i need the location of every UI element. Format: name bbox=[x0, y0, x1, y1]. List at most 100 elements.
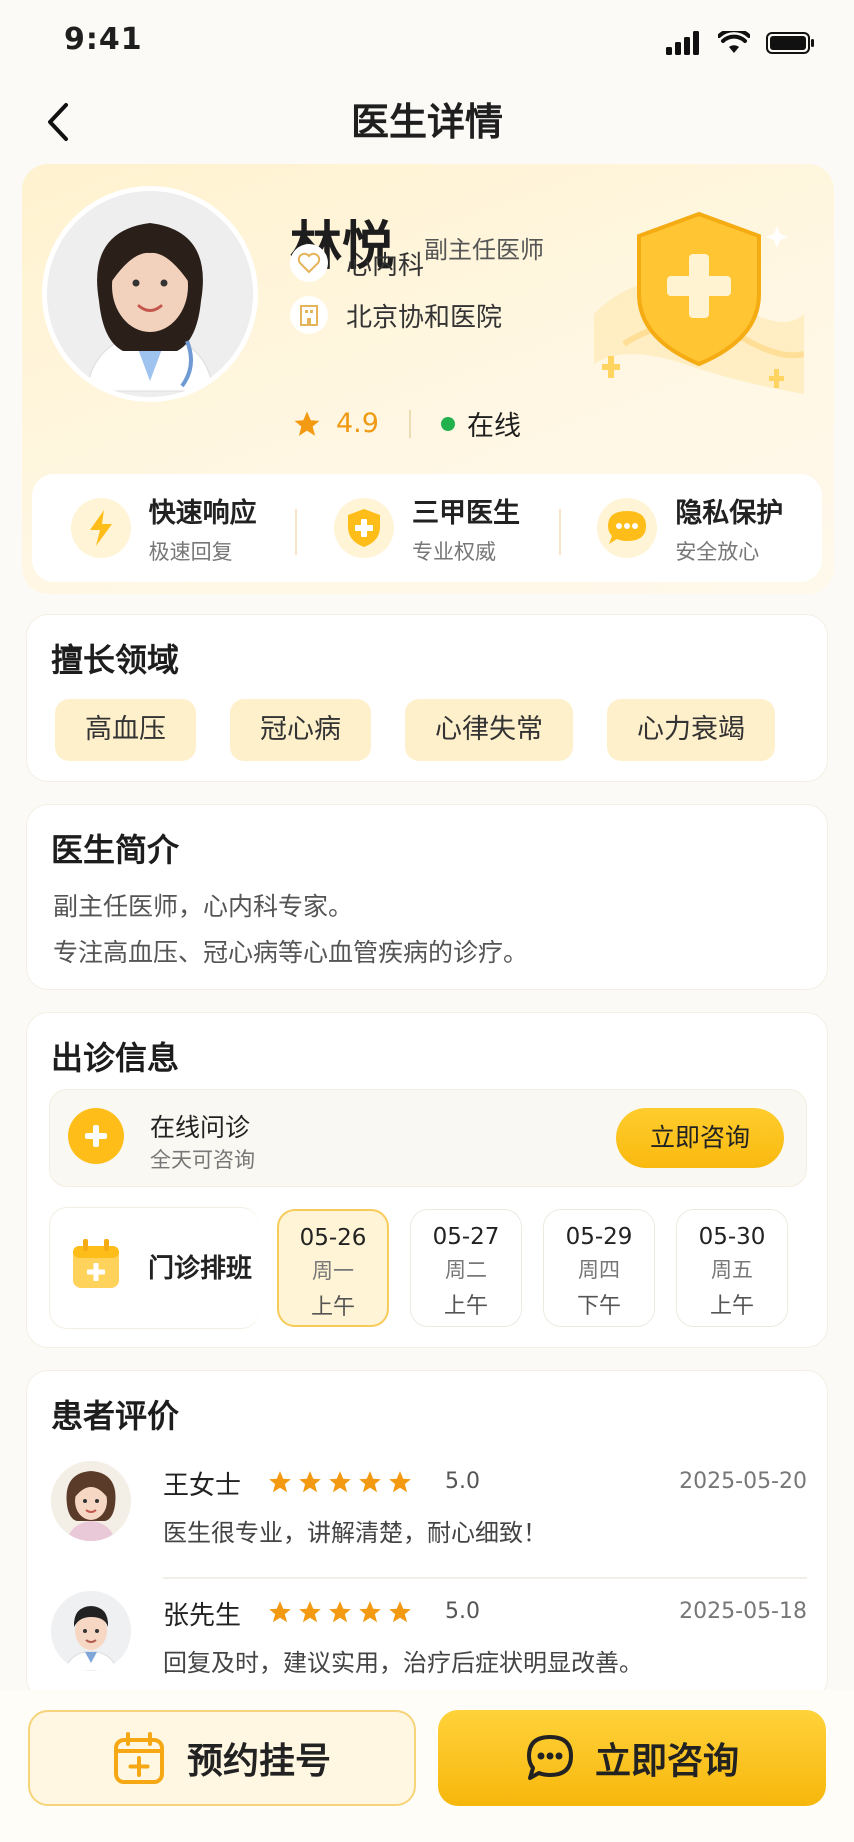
schedule-slot: 下午 bbox=[576, 1294, 621, 1319]
shield-plus-icon bbox=[333, 498, 394, 558]
department-label: 心内科 bbox=[346, 250, 425, 281]
specialty-tag[interactable]: 冠心病 bbox=[230, 699, 371, 761]
feature-top-hospital: 三甲医生 专业权威 bbox=[295, 491, 558, 566]
schedule-slot: 上午 bbox=[310, 1295, 355, 1320]
reviewer-name: 王女士 bbox=[163, 1471, 242, 1501]
rating-status-row: 4.9 在线 bbox=[292, 404, 521, 443]
review-score: 5.0 bbox=[445, 1599, 480, 1624]
star-icon bbox=[269, 1601, 291, 1623]
signal-icon bbox=[666, 31, 699, 55]
clinic-info-card: 出诊信息 在线问诊 全天可咨询 立即咨询 门诊排班 05-26 周一 上午 05… bbox=[26, 1012, 828, 1348]
review-text: 回复及时，建议实用，治疗后症状明显改善。 bbox=[163, 1649, 643, 1677]
online-consult-subtitle: 全天可咨询 bbox=[150, 1148, 255, 1172]
schedule-weekday: 周四 bbox=[578, 1258, 620, 1282]
lightning-icon bbox=[70, 498, 131, 558]
reviewer-name: 张先生 bbox=[163, 1601, 242, 1631]
feature-title: 隐私保护 bbox=[675, 497, 784, 529]
feature-subtitle: 专业权威 bbox=[411, 539, 496, 564]
hospital-building-icon bbox=[290, 296, 328, 334]
status-icons bbox=[666, 28, 816, 58]
chat-bubble-icon bbox=[526, 1735, 573, 1780]
schedule-day[interactable]: 05-29 周四 下午 bbox=[543, 1209, 655, 1327]
star-icon bbox=[294, 411, 320, 436]
schedule-date: 05-26 bbox=[299, 1225, 367, 1251]
specialty-tag[interactable]: 高血压 bbox=[55, 699, 196, 761]
online-consult-row: 在线问诊 全天可咨询 立即咨询 bbox=[49, 1089, 807, 1187]
doctor-profile-card: 林悦 副主任医师 心内科 北京协和医院 4.9 在线 快速响应 极速回复 三甲医… bbox=[22, 164, 834, 594]
schedule-slot: 上午 bbox=[709, 1294, 754, 1319]
schedule-label: 门诊排班 bbox=[148, 1254, 253, 1284]
star-icon bbox=[299, 1601, 321, 1623]
review-text: 医生很专业，讲解清楚，耐心细致！ bbox=[163, 1519, 547, 1547]
shield-decoration-icon bbox=[594, 211, 804, 394]
hospital-label: 北京协和医院 bbox=[346, 302, 503, 333]
star-icon bbox=[389, 1601, 411, 1623]
review-stars bbox=[267, 1469, 413, 1495]
page-title: 医生详情 bbox=[350, 100, 503, 144]
hospital-row: 北京协和医院 bbox=[290, 296, 502, 334]
star-icon bbox=[359, 1471, 381, 1493]
section-title: 患者评价 bbox=[51, 1397, 180, 1435]
review-date: 2025-05-18 bbox=[679, 1599, 807, 1624]
feature-subtitle: 极速回复 bbox=[148, 539, 233, 564]
star-icon bbox=[299, 1471, 321, 1493]
divider bbox=[163, 1577, 807, 1579]
online-status-label: 在线 bbox=[466, 411, 521, 442]
feature-privacy: 隐私保护 安全放心 bbox=[558, 491, 822, 566]
intro-card: 医生简介 副主任医师，心内科专家。 专注高血压、冠心病等心血管疾病的诊疗。 bbox=[26, 804, 828, 990]
schedule-day-selected[interactable]: 05-26 周一 上午 bbox=[277, 1209, 389, 1327]
feature-title: 快速响应 bbox=[148, 497, 257, 529]
schedule-weekday: 周五 bbox=[711, 1258, 753, 1282]
intro-line: 专注高血压、冠心病等心血管疾病的诊疗。 bbox=[53, 938, 529, 967]
reviewer-avatar bbox=[51, 1591, 131, 1671]
online-consult-title: 在线问诊 bbox=[150, 1113, 251, 1142]
calendar-icon bbox=[73, 1239, 119, 1288]
specialty-card: 擅长领域 高血压 冠心病 心律失常 心力衰竭 bbox=[26, 614, 828, 782]
nav-bar: 医生详情 bbox=[0, 80, 854, 170]
star-icon bbox=[329, 1471, 351, 1493]
medical-plus-icon bbox=[68, 1108, 124, 1164]
feature-strip: 快速响应 极速回复 三甲医生 专业权威 隐私保护 安全放心 bbox=[32, 474, 822, 582]
schedule-date: 05-27 bbox=[432, 1224, 500, 1250]
review-date: 2025-05-20 bbox=[679, 1469, 807, 1494]
star-icon bbox=[389, 1471, 411, 1493]
status-bar: 9:41 bbox=[0, 0, 854, 80]
schedule-weekday: 周一 bbox=[312, 1259, 354, 1283]
review-stars bbox=[267, 1599, 413, 1625]
schedule-label-box: 门诊排班 bbox=[49, 1207, 259, 1329]
section-title: 擅长领域 bbox=[51, 641, 180, 679]
wifi-icon bbox=[718, 31, 750, 53]
doctor-title: 副主任医师 bbox=[424, 236, 544, 264]
star-icon bbox=[359, 1601, 381, 1623]
section-title: 医生简介 bbox=[51, 831, 180, 869]
reviewer-avatar bbox=[51, 1461, 131, 1541]
status-time: 9:41 bbox=[64, 22, 143, 57]
consult-now-button[interactable]: 立即咨询 bbox=[616, 1108, 784, 1168]
feature-title: 三甲医生 bbox=[411, 497, 520, 529]
doctor-avatar bbox=[42, 186, 258, 402]
feature-fast-response: 快速响应 极速回复 bbox=[32, 491, 295, 566]
chat-bubble-icon bbox=[597, 498, 658, 558]
specialty-tag[interactable]: 心律失常 bbox=[405, 699, 573, 761]
schedule-day[interactable]: 05-27 周二 上午 bbox=[410, 1209, 522, 1327]
department-row: 心内科 bbox=[290, 244, 424, 282]
reviews-card: 患者评价 王女士 5.0 2025-05-20 医生很专业，讲解清楚，耐心细致！ bbox=[26, 1370, 828, 1700]
intro-line: 副主任医师，心内科专家。 bbox=[53, 892, 354, 921]
heart-icon bbox=[290, 244, 328, 282]
consult-now-bottom-button[interactable]: 立即咨询 bbox=[438, 1710, 826, 1806]
schedule-date: 05-29 bbox=[565, 1224, 633, 1250]
battery-icon bbox=[766, 32, 814, 54]
calendar-plus-icon bbox=[113, 1732, 164, 1784]
star-icon bbox=[329, 1601, 351, 1623]
book-appointment-button[interactable]: 预约挂号 bbox=[28, 1710, 416, 1806]
book-appointment-label: 预约挂号 bbox=[186, 1741, 331, 1782]
rating-value: 4.9 bbox=[336, 408, 379, 439]
specialty-tag[interactable]: 心力衰竭 bbox=[607, 699, 775, 761]
schedule-day[interactable]: 05-30 周五 上午 bbox=[676, 1209, 788, 1327]
star-icon bbox=[269, 1471, 291, 1493]
schedule-slot: 上午 bbox=[443, 1294, 488, 1319]
online-status-dot bbox=[440, 416, 455, 431]
schedule-date: 05-30 bbox=[698, 1224, 766, 1250]
bottom-action-bar: 预约挂号 立即咨询 bbox=[0, 1690, 854, 1842]
review-item[interactable]: 王女士 5.0 2025-05-20 医生很专业，讲解清楚，耐心细致！ bbox=[51, 1461, 807, 1581]
